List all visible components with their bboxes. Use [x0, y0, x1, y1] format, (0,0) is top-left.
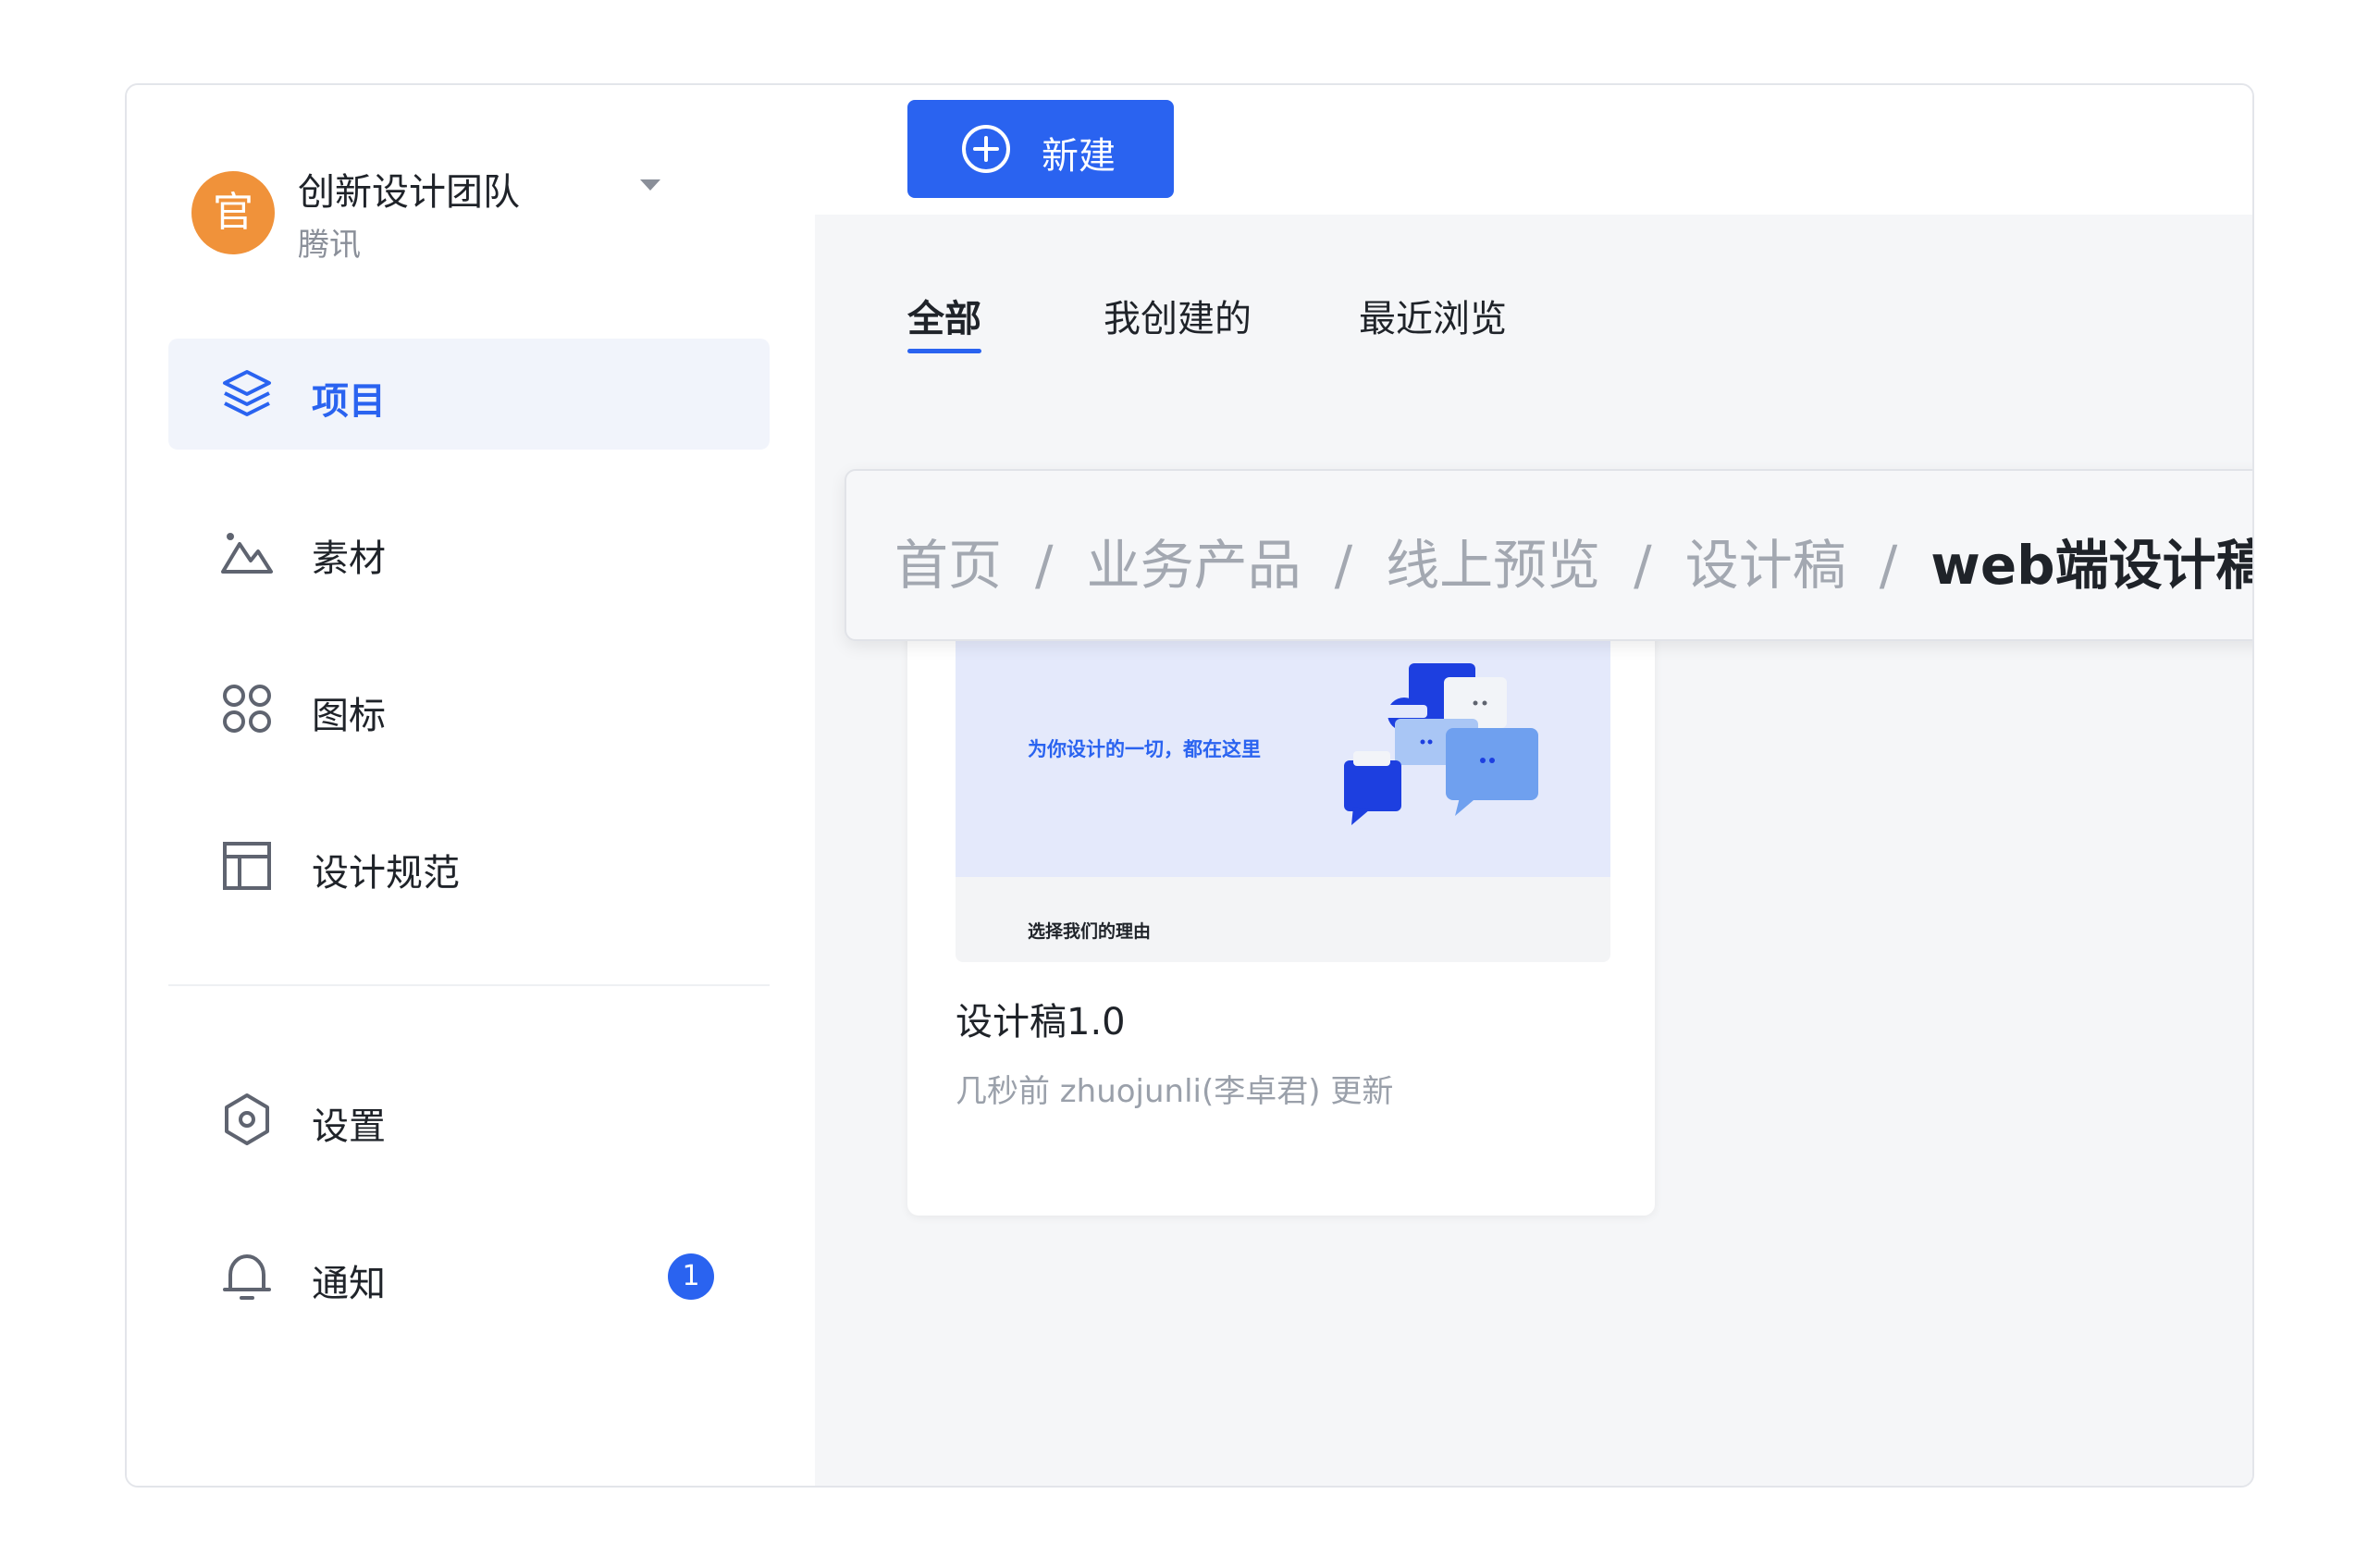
- breadcrumb: 首页 / 业务产品 / 线上预览 / 设计稿 / web端设计稿: [845, 469, 2254, 641]
- sidebar-item-label: 设计规范: [312, 852, 460, 895]
- sidebar-item-icons[interactable]: 图标: [168, 653, 770, 764]
- breadcrumb-item-business[interactable]: 业务产品: [1087, 534, 1301, 597]
- bell-icon: [223, 1254, 271, 1300]
- sidebar-item-design-spec[interactable]: 设计规范: [168, 810, 770, 921]
- sidebar-item-label: 通知: [312, 1263, 386, 1305]
- new-button-label: 新建: [1042, 135, 1116, 178]
- sidebar-item-notifications[interactable]: 通知 1: [168, 1221, 770, 1332]
- sidebar-divider: [168, 984, 770, 986]
- caret-down-icon[interactable]: [640, 179, 660, 191]
- image-icon: [221, 533, 273, 574]
- breadcrumb-item-preview[interactable]: 线上预览: [1386, 534, 1600, 597]
- sidebar-item-label: 项目: [312, 380, 386, 423]
- breadcrumb-items: 首页 / 业务产品 / 线上预览 / 设计稿 / web端设计稿: [894, 522, 2254, 599]
- top-toolbar: 新建: [815, 85, 2252, 215]
- project-card[interactable]: 为你设计的一切，都在这里 选择我们的理由 设计稿1.0 几秒前 zhuojunl…: [907, 557, 1655, 1216]
- card-thumbnail: 为你设计的一切，都在这里 选择我们的理由: [956, 603, 1610, 962]
- thumbnail-subheading: 选择我们的理由: [1028, 921, 1152, 942]
- layout-icon: [223, 842, 271, 890]
- breadcrumb-item-home[interactable]: 首页: [894, 534, 1002, 597]
- sidebar-item-label: 设置: [312, 1105, 386, 1148]
- tab-created-by-me[interactable]: 我创建的: [1104, 289, 1252, 353]
- avatar: 官: [191, 171, 275, 254]
- main-content: 新建 全部 我创建的 最近浏览 为你设计的一切，都在这里 选择我们的理由 设计稿…: [815, 85, 2252, 1486]
- layers-icon: [223, 370, 271, 416]
- settings-icon: [225, 1093, 269, 1145]
- tab-label: 全部: [907, 298, 981, 340]
- chat-bubbles-illustration: [1344, 663, 1538, 825]
- card-title: 设计稿1.0: [956, 1001, 1126, 1043]
- breadcrumb-item-current: web端设计稿: [1930, 534, 2254, 597]
- sidebar-item-settings[interactable]: 设置: [168, 1064, 770, 1175]
- plus-circle-icon: [962, 125, 1010, 173]
- app-window: 官 创新设计团队 腾讯 项目 素材 图标 设计规范 设置 通知 1 新建 全部 …: [125, 83, 2254, 1488]
- breadcrumb-separator: /: [1035, 534, 1054, 597]
- grid-icon: [223, 685, 271, 733]
- breadcrumb-item-design[interactable]: 设计稿: [1685, 534, 1846, 597]
- sidebar: 官 创新设计团队 腾讯 项目 素材 图标 设计规范 设置 通知 1: [127, 85, 815, 1486]
- notification-badge: 1: [668, 1253, 714, 1300]
- thumbnail-headline: 为你设计的一切，都在这里: [1028, 738, 1261, 760]
- team-name: 创新设计团队: [298, 171, 520, 214]
- team-switcher[interactable]: 官 创新设计团队 腾讯: [191, 154, 746, 275]
- team-org: 腾讯: [298, 227, 361, 264]
- breadcrumb-separator: /: [1634, 534, 1652, 597]
- tab-all[interactable]: 全部: [907, 289, 981, 353]
- breadcrumb-separator: /: [1334, 534, 1353, 597]
- tab-label: 我创建的: [1104, 298, 1252, 340]
- sidebar-item-materials[interactable]: 素材: [168, 496, 770, 607]
- thumbnail-hero: 为你设计的一切，都在这里: [956, 603, 1610, 877]
- tab-label: 最近浏览: [1359, 298, 1507, 340]
- card-meta: 几秒前 zhuojunli(李卓君) 更新: [956, 1073, 1394, 1110]
- sidebar-item-label: 图标: [312, 695, 386, 737]
- tab-recent[interactable]: 最近浏览: [1359, 289, 1507, 353]
- breadcrumb-separator: /: [1879, 534, 1898, 597]
- tab-active-indicator: [907, 349, 981, 353]
- new-button[interactable]: 新建: [907, 100, 1174, 198]
- sidebar-item-projects[interactable]: 项目: [168, 339, 770, 450]
- sidebar-item-label: 素材: [312, 537, 386, 580]
